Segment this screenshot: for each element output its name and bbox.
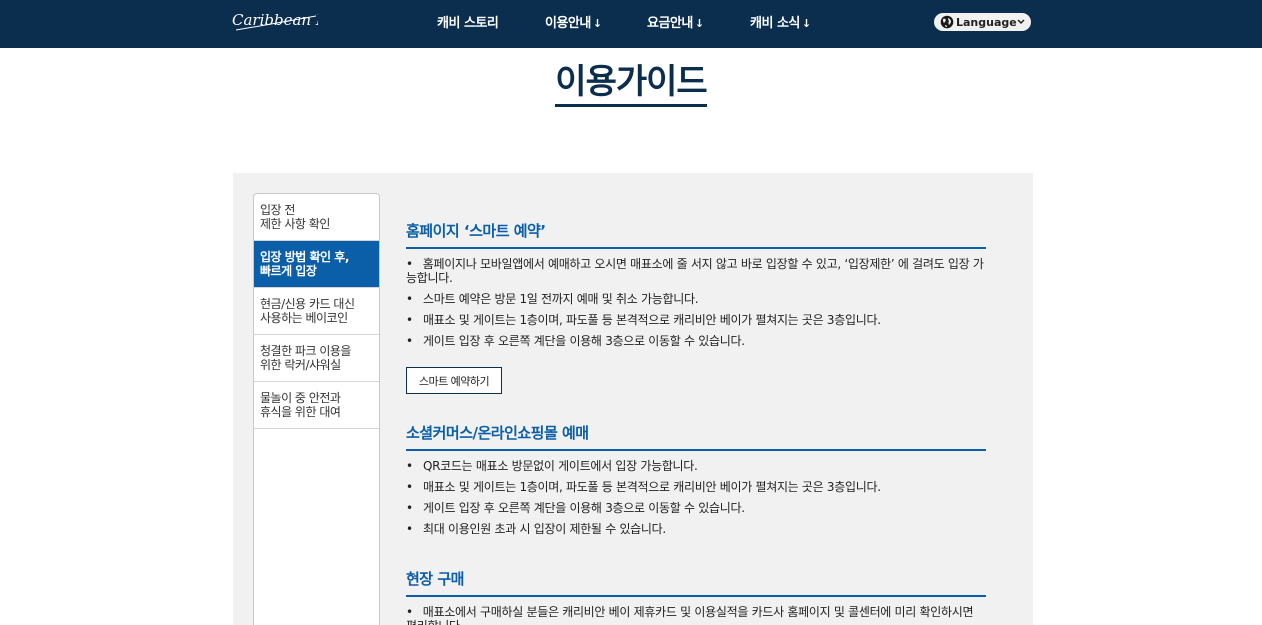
list-item: 게이트 입장 후 오른쪽 계단을 이용해 3층으로 이동할 수 있습니다. bbox=[406, 501, 986, 515]
arrow-down-icon: ↓ bbox=[801, 17, 811, 30]
arrow-down-icon: ↓ bbox=[694, 17, 704, 30]
section-title-onsite-purchase: 현장 구매 bbox=[406, 568, 986, 597]
nav-cabi-story[interactable]: 캐비 스토리 bbox=[437, 12, 499, 31]
sidebar-item-rental[interactable]: 물놀이 중 안전과 휴식을 위한 대여 bbox=[254, 382, 379, 429]
top-navigation-bar: Caribbean Bay 캐비 스토리 이용안내↓ 요금안내↓ 캐비 소식↓ … bbox=[0, 0, 1262, 48]
smart-booking-list: 홈페이지나 모바일앱에서 예매하고 오시면 매표소에 줄 서지 않고 바로 입장… bbox=[406, 257, 986, 355]
page-title: 이용가이드 bbox=[0, 62, 1262, 107]
nav-price-info[interactable]: 요금안내 ↓ bbox=[647, 12, 704, 31]
nav-cabi-news[interactable]: 캐비 소식 ↓ bbox=[750, 12, 811, 31]
list-item: 홈페이지나 모바일앱에서 예매하고 오시면 매표소에 줄 서지 않고 바로 입장… bbox=[406, 257, 986, 285]
main-nav: 캐비 스토리 이용안내 ↓ 요금안내 ↓ 캐비 소식 ↓ bbox=[0, 12, 1262, 32]
list-item: 스마트 예약은 방문 1일 전까지 예매 및 취소 가능합니다. bbox=[406, 292, 986, 306]
sidebar-item-baycoin[interactable]: 현금/신용 카드 대신 사용하는 베이코인 bbox=[254, 288, 379, 335]
sidebar-item-locker-shower[interactable]: 청결한 파크 이용을 위한 락커/샤워실 bbox=[254, 335, 379, 382]
social-commerce-list: QR코드는 매표소 방문없이 게이트에서 입장 가능합니다. 매표소 및 게이트… bbox=[406, 459, 986, 543]
arrow-down-icon: ↓ bbox=[592, 17, 602, 30]
list-item: 매표소 및 게이트는 1층이며, 파도풀 등 본격적으로 캐리비안 베이가 펼쳐… bbox=[406, 480, 986, 494]
smart-booking-button[interactable]: 스마트 예약하기 bbox=[406, 367, 502, 394]
onsite-purchase-list: 매표소에서 구매하실 분들은 캐리비안 베이 제휴카드 및 이용실적을 카드사 … bbox=[406, 605, 986, 625]
language-select[interactable]: Language bbox=[934, 13, 1031, 31]
sidebar-item-entry-method[interactable]: 입장 방법 확인 후, 빠르게 입장 bbox=[254, 241, 379, 288]
nav-usage-info[interactable]: 이용안내 ↓ bbox=[545, 12, 602, 31]
list-item: 매표소에서 구매하실 분들은 캐리비안 베이 제휴카드 및 이용실적을 카드사 … bbox=[406, 605, 986, 625]
sidebar-item-restrictions[interactable]: 입장 전 제한 사항 확인 bbox=[254, 194, 379, 241]
chevron-down-icon bbox=[1017, 19, 1025, 25]
language-label: Language bbox=[956, 15, 1017, 29]
list-item: 최대 이용인원 초과 시 입장이 제한될 수 있습니다. bbox=[406, 522, 986, 536]
globe-icon bbox=[940, 15, 954, 29]
list-item: 게이트 입장 후 오른쪽 계단을 이용해 3층으로 이동할 수 있습니다. bbox=[406, 334, 986, 348]
section-title-smart-booking: 홈페이지 ‘스마트 예약’ bbox=[406, 220, 986, 249]
list-item: QR코드는 매표소 방문없이 게이트에서 입장 가능합니다. bbox=[406, 459, 986, 473]
section-title-social-commerce: 소셜커머스/온라인쇼핑몰 예매 bbox=[406, 422, 986, 451]
list-item: 매표소 및 게이트는 1층이며, 파도풀 등 본격적으로 캐리비안 베이가 펼쳐… bbox=[406, 313, 986, 327]
guide-sidebar: 입장 전 제한 사항 확인 입장 방법 확인 후, 빠르게 입장 현금/신용 카… bbox=[253, 193, 380, 625]
